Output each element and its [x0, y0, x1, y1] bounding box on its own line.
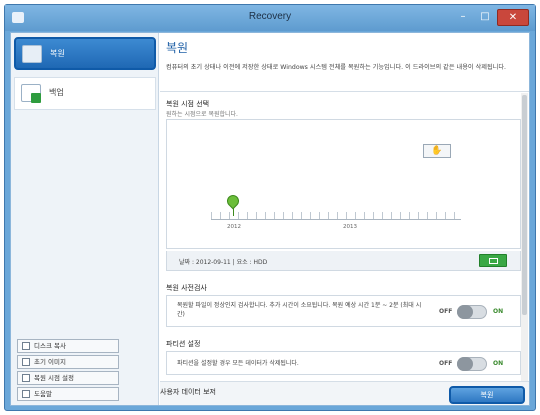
- toggle-on-label: ON: [493, 308, 504, 315]
- restore-point-heading: 복원 시점 선택: [166, 100, 210, 108]
- settings-icon: [22, 374, 30, 382]
- content-scroll-area[interactable]: 복원 시점 선택 원하는 시점으로 복원합니다. ✋ 2012 2013 날짜 …: [160, 93, 529, 381]
- precheck-heading: 복원 사전검사: [166, 284, 207, 292]
- timeline-year-end: 2013: [343, 224, 357, 230]
- vertical-scrollbar[interactable]: [521, 93, 528, 381]
- sidebar-item-restore[interactable]: 복원: [14, 37, 156, 70]
- precheck-option: 복원할 파일이 정상인지 검사합니다. 추가 시간이 소요됩니다. 복원 예상 …: [166, 295, 521, 327]
- help-button[interactable]: 도움말: [17, 387, 119, 401]
- backup-icon: [21, 84, 41, 103]
- sidebar-item-label: 복원: [50, 49, 65, 58]
- tool-label: 초기 이미지: [34, 358, 66, 366]
- restore-point-info-text: 날짜 : 2012-09-11 | 요소 : HDD: [179, 259, 268, 266]
- toggle-knob: [457, 305, 473, 319]
- timeline-track[interactable]: [211, 212, 461, 220]
- restore-point-info: 날짜 : 2012-09-11 | 요소 : HDD: [166, 251, 521, 271]
- monitor-icon: [489, 258, 498, 264]
- user-data-section-peek: 사용자 데이터 보저: [154, 387, 517, 400]
- user-data-heading: 사용자 데이터 보저: [160, 388, 216, 396]
- toggle-off-label: OFF: [439, 308, 453, 315]
- page-description: 컴퓨터의 초기 상태나 이전에 저장한 상태로 Windows 시스템 전체를 …: [166, 64, 506, 71]
- main-panel: 복원 컴퓨터의 초기 상태나 이전에 저장한 상태로 Windows 시스템 전…: [160, 33, 529, 405]
- timeline-year-start: 2012: [227, 224, 241, 230]
- restore-icon: [22, 45, 42, 63]
- help-icon: [22, 390, 30, 398]
- precheck-text: 복원할 파일이 정상인지 검사합니다. 추가 시간이 소요됩니다. 복원 예상 …: [177, 302, 422, 318]
- toggle-off-label: OFF: [439, 360, 453, 367]
- timeline-panel: ✋ 2012 2013: [166, 119, 521, 249]
- timeline-tool-button[interactable]: ✋: [423, 144, 451, 158]
- client-area: 복원 백업 디스크 복사 초기 이미지 복원 시점 설정 도움말 복원 컴퓨터의…: [10, 32, 530, 406]
- tool-label: 디스크 복사: [34, 342, 66, 350]
- maximize-button[interactable]: □: [475, 9, 495, 26]
- partition-heading: 파티션 설정: [166, 340, 201, 348]
- maximize-icon: □: [480, 11, 490, 22]
- tool-label: 복원 시점 설정: [34, 374, 75, 382]
- sidebar: 복원 백업 디스크 복사 초기 이미지 복원 시점 설정 도움말: [11, 33, 159, 405]
- close-icon: ✕: [508, 12, 518, 23]
- down-arrow-icon: [31, 93, 41, 103]
- disk-icon: [22, 342, 30, 350]
- partition-text: 파티션을 설정할 경우 모든 데이터가 삭제됩니다.: [177, 360, 299, 367]
- divider: [160, 91, 529, 92]
- restore-point-settings-button[interactable]: 복원 시점 설정: [17, 371, 119, 385]
- screen-view-button[interactable]: [479, 254, 507, 267]
- timeline-marker-pin-icon[interactable]: [224, 192, 242, 210]
- disk-copy-button[interactable]: 디스크 복사: [17, 339, 119, 353]
- precheck-toggle[interactable]: OFF ON: [439, 305, 513, 319]
- tool-label: 도움말: [34, 390, 52, 398]
- sidebar-item-backup[interactable]: 백업: [14, 77, 156, 110]
- scrollbar-thumb[interactable]: [522, 95, 527, 315]
- partition-toggle[interactable]: OFF ON: [439, 357, 513, 371]
- partition-option: 파티션을 설정할 경우 모든 데이터가 삭제됩니다. OFF ON: [166, 351, 521, 375]
- initial-image-button[interactable]: 초기 이미지: [17, 355, 119, 369]
- recovery-window: Recovery – □ ✕ 복원 백업 디스크 복사 초기 이미지 복원 시점…: [4, 4, 536, 411]
- minimize-button[interactable]: –: [453, 9, 473, 26]
- hand-icon: ✋: [431, 146, 443, 156]
- title-bar[interactable]: Recovery – □ ✕: [5, 5, 535, 31]
- toggle-knob: [457, 357, 473, 371]
- page-title: 복원: [166, 41, 189, 55]
- close-button[interactable]: ✕: [497, 9, 529, 26]
- sidebar-item-label: 백업: [49, 88, 64, 97]
- image-icon: [22, 358, 30, 366]
- toggle-on-label: ON: [493, 360, 504, 367]
- restore-point-subtitle: 원하는 시점으로 복원합니다.: [166, 111, 238, 118]
- minimize-icon: –: [460, 11, 466, 22]
